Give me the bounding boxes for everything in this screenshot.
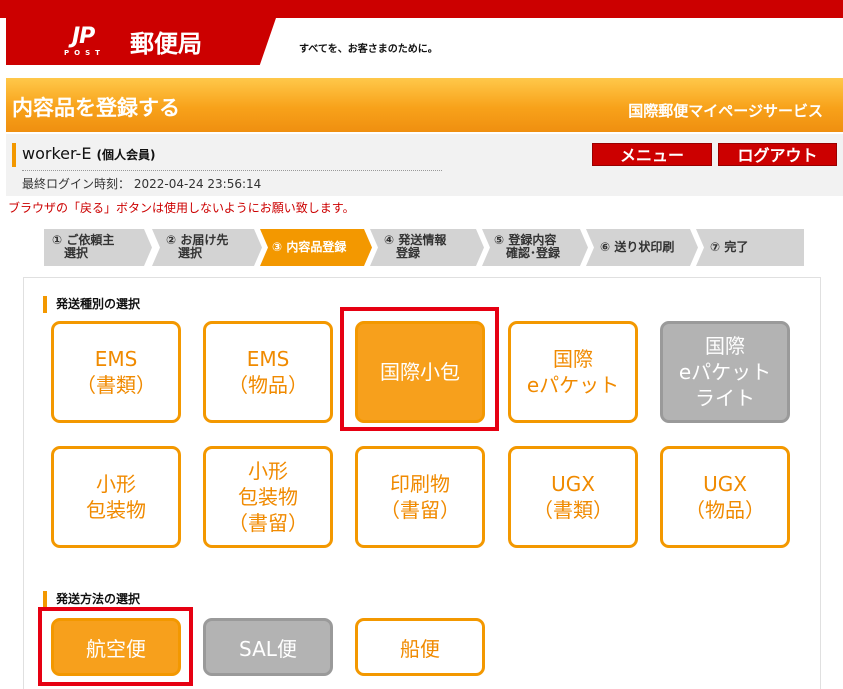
- method-surface[interactable]: 船便: [355, 618, 485, 676]
- option-label: UGX （物品）: [685, 472, 765, 522]
- page-title: 内容品を登録する: [12, 96, 180, 120]
- divider: [22, 170, 442, 171]
- method-sal: SAL便: [203, 618, 333, 676]
- user-accent-bar: [12, 143, 16, 167]
- user-info-box: worker-E (個人会員) 最終ログイン時刻： 2022-04-24 23:…: [6, 134, 843, 196]
- option-ems-documents[interactable]: EMS （書類）: [51, 321, 181, 423]
- option-small-packet-registered[interactable]: 小形 包装物 （書留）: [203, 446, 333, 548]
- shipping-type-heading: 発送種別の選択: [43, 296, 140, 313]
- progress-steps: ① ご依頼主 選択 ② お届け先 選択 ③ 内容品登録 ④ 発送情報 登録 ⑤ …: [44, 229, 804, 266]
- option-label: 小形 包装物: [86, 472, 146, 522]
- user-name: worker-E (個人会員): [22, 144, 156, 163]
- step-4: ④ 発送情報 登録: [370, 229, 484, 266]
- selection-highlight-frame: [38, 607, 193, 686]
- service-title: 国際郵便マイページサービス: [628, 102, 823, 120]
- back-button-warning: ブラウザの「戻る」ボタンは使用しないようにお願い致します。: [8, 201, 355, 215]
- user-id: worker-E: [22, 144, 92, 163]
- step-3: ③ 内容品登録: [260, 229, 372, 266]
- selection-highlight-frame: [340, 307, 499, 431]
- last-login-label: 最終ログイン時刻：: [22, 177, 131, 191]
- site-header: JP POST 郵便局 すべてを、お客さまのために。: [0, 18, 843, 74]
- option-small-packet[interactable]: 小形 包装物: [51, 446, 181, 548]
- logout-button[interactable]: ログアウト: [718, 143, 837, 166]
- option-ugx-documents[interactable]: UGX （書類）: [508, 446, 638, 548]
- logo-mark: JP: [72, 24, 95, 49]
- top-red-bar: [0, 0, 843, 18]
- last-login: 最終ログイン時刻： 2022-04-24 23:56:14: [22, 175, 261, 192]
- logo-sub: POST: [64, 49, 105, 57]
- last-login-value: 2022-04-24 23:56:14: [133, 177, 262, 191]
- option-international-epacket[interactable]: 国際 eパケット: [508, 321, 638, 423]
- menu-button[interactable]: メニュー: [592, 143, 712, 166]
- step-6: ⑥ 送り状印刷: [586, 229, 698, 266]
- step-5: ⑤ 登録内容 確認･登録: [482, 229, 588, 266]
- title-bar: 内容品を登録する 国際郵便マイページサービス: [6, 78, 843, 132]
- option-label: EMS （物品）: [228, 347, 308, 397]
- option-ugx-goods[interactable]: UGX （物品）: [660, 446, 790, 548]
- step-1: ① ご依頼主 選択: [44, 229, 152, 266]
- logo-name: 郵便局: [130, 30, 202, 58]
- tagline: すべてを、お客さまのために。: [299, 44, 438, 55]
- option-label: 印刷物 （書留）: [380, 472, 460, 522]
- option-label: 小形 包装物 （書留）: [228, 459, 308, 535]
- option-label: 国際 eパケット: [526, 347, 620, 397]
- option-epacket-light: 国際 eパケット ライト: [660, 321, 790, 423]
- shipping-method-heading: 発送方法の選択: [43, 591, 140, 608]
- step-7: ⑦ 完了: [696, 229, 804, 266]
- step-2: ② お届け先 選択: [152, 229, 262, 266]
- option-ems-goods[interactable]: EMS （物品）: [203, 321, 333, 423]
- option-label: EMS （書類）: [76, 347, 156, 397]
- jp-post-logo[interactable]: JP POST 郵便局: [6, 18, 276, 65]
- option-label: UGX （書類）: [533, 472, 613, 522]
- member-type: (個人会員): [96, 148, 156, 162]
- option-printed-matter-registered[interactable]: 印刷物 （書留）: [355, 446, 485, 548]
- option-label: 国際 eパケット ライト: [678, 334, 772, 410]
